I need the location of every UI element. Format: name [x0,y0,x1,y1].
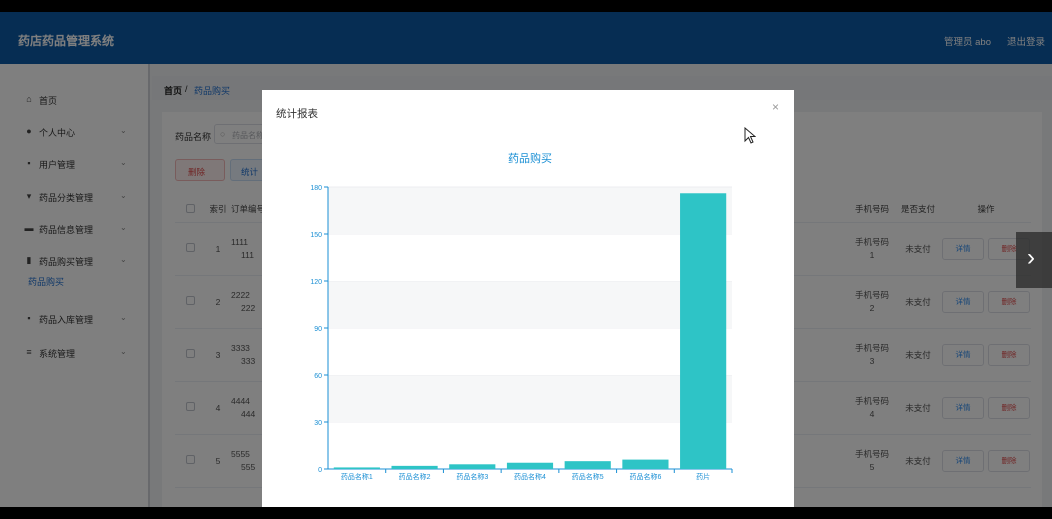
mouse-cursor-icon [744,127,756,144]
bar-6 [680,193,727,469]
bar-0 [333,467,380,469]
dialog-title: 统计报表 [276,108,318,120]
bar-2 [449,464,496,469]
chevron-right-icon: › [1027,244,1035,271]
close-icon[interactable]: × [772,100,779,114]
grid-band [328,328,732,375]
y-tick-label: 120 [310,279,322,286]
grid-band [328,281,732,328]
stats-dialog: 统计报表 × 药品购买 0 30 60 90 120 150 180 药品名称1 药品名称2 药品名… [262,90,794,507]
bar-3 [506,462,554,469]
next-button[interactable]: › [1016,232,1052,288]
x-tick-label: 药品名称2 [399,472,431,481]
grid-band [328,375,732,422]
x-tick-label: 药品名称6 [629,472,661,481]
y-tick-label: 0 [318,467,322,474]
y-tick-label: 180 [310,185,322,192]
y-tick-label: 60 [314,373,322,380]
bar-1 [391,465,438,469]
x-tick-label: 药品名称5 [572,472,604,481]
app-frame: 药店药品管理系统 管理员 abo 退出登录 ⌂首页●个人中心⌄▪用户管理⌄▾药品… [0,12,1052,507]
y-tick-label: 30 [314,420,322,427]
x-tick-label: 药片 [696,472,710,481]
y-tick-label: 90 [314,326,322,333]
bar-chart: 药品购买 0 30 60 90 120 150 180 药品名称1 药品名称2 药品名称3 药品名称4… [310,151,733,481]
x-tick-label: 药品名称4 [514,472,546,481]
x-tick-label: 药品名称3 [456,472,488,481]
chart-title: 药品购买 [508,151,552,165]
grid-band [328,187,732,234]
y-tick-label: 150 [310,232,322,239]
grid-band [328,422,732,469]
x-tick-label: 药品名称1 [341,472,373,481]
bar-5 [622,459,669,469]
bar-4 [564,461,611,469]
grid-band [328,234,732,281]
